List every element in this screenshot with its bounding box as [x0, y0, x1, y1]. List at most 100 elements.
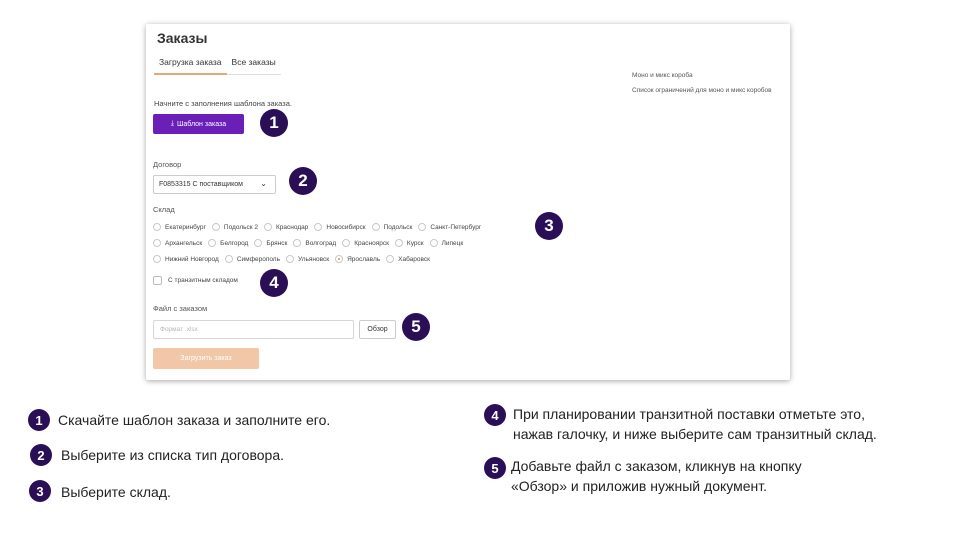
- radio-dot[interactable]: [314, 223, 323, 231]
- transit-checkbox[interactable]: [153, 276, 162, 285]
- warehouse-option[interactable]: Нижний Новгород: [153, 255, 219, 263]
- warehouse-option-label: Хабаровск: [398, 255, 430, 263]
- transit-row[interactable]: С транзитным складом: [153, 276, 238, 285]
- warehouse-option[interactable]: Курск: [394, 239, 424, 247]
- note-5-line-2: «Обзор» и приложив нужный документ.: [511, 478, 767, 494]
- radio-dot[interactable]: [254, 239, 263, 247]
- radio-dot[interactable]: [286, 255, 294, 263]
- radio-dot-selected[interactable]: [335, 255, 344, 263]
- transit-label: С транзитным складом: [168, 277, 238, 284]
- radio-dot[interactable]: [264, 223, 273, 231]
- warehouse-option-label: Ульяновск: [298, 255, 330, 263]
- warehouse-option[interactable]: Санкт-Петербург: [418, 223, 481, 231]
- warehouse-option-label: Ярославль: [347, 255, 381, 263]
- file-label: Файл с заказом: [153, 304, 208, 313]
- chevron-down-icon: ⌄: [260, 179, 267, 188]
- warehouse-option-label: Липецк: [441, 239, 464, 247]
- callout-badge-4: 4: [260, 269, 288, 297]
- warehouse-option[interactable]: Хабаровск: [386, 255, 430, 263]
- warehouse-option-label: Подольск: [383, 223, 413, 231]
- radio-dot[interactable]: [371, 223, 380, 231]
- note-badge-4: 4: [484, 404, 506, 426]
- warehouse-option-label: Курск: [406, 239, 424, 247]
- contract-value: F0853315 С поставщиком: [159, 181, 243, 188]
- file-input[interactable]: Формат .xlsx: [153, 320, 354, 339]
- note-1: Скачайте шаблон заказа и заполните его.: [58, 412, 331, 428]
- browse-button[interactable]: Обзор: [359, 320, 396, 339]
- note-badge-1: 1: [28, 409, 50, 431]
- warehouse-row-2: Архангельск Белгород Брянск Волгоград Кр…: [153, 239, 469, 247]
- side-links: Моно и микс короба Список ограничений дл…: [632, 68, 772, 98]
- radio-dot[interactable]: [153, 239, 161, 247]
- warehouse-option-label: Волгоград: [305, 239, 337, 247]
- warehouse-option[interactable]: Краснодар: [264, 223, 308, 231]
- radio-dot[interactable]: [418, 223, 427, 231]
- note-5-line-1: Добавьте файл с заказом, кликнув на кноп…: [511, 458, 802, 474]
- radio-dot[interactable]: [153, 255, 161, 263]
- orders-panel: Заказы Загрузка заказа Все заказы Моно и…: [146, 24, 790, 380]
- contract-label: Договор: [153, 160, 182, 169]
- warehouse-option[interactable]: Ульяновск: [286, 255, 329, 263]
- warehouse-option-label: Симферополь: [236, 255, 280, 263]
- file-placeholder: Формат .xlsx: [160, 326, 198, 333]
- warehouse-option[interactable]: Архангельск: [153, 239, 202, 247]
- radio-dot[interactable]: [224, 255, 233, 263]
- radio-dot[interactable]: [211, 223, 220, 231]
- warehouse-option-label: Санкт-Петербург: [430, 223, 482, 231]
- upload-order-button[interactable]: Загрузить заказ: [153, 348, 259, 369]
- note-badge-3: 3: [29, 480, 51, 502]
- template-download-button[interactable]: ⤓ Шаблон заказа: [153, 114, 244, 134]
- note-3: Выберите склад.: [61, 484, 171, 500]
- radio-dot[interactable]: [386, 255, 395, 263]
- warehouse-option[interactable]: Подольск: [371, 223, 413, 231]
- warehouse-option-label: Брянск: [266, 239, 288, 247]
- warehouse-option-label: Архангельск: [165, 239, 203, 247]
- radio-dot[interactable]: [394, 239, 403, 247]
- callout-badge-3: 3: [535, 212, 563, 240]
- callout-badge-2: 2: [289, 167, 317, 195]
- warehouse-option[interactable]: Подольск 2: [211, 223, 259, 231]
- warehouse-option-label: Краснодар: [276, 223, 309, 231]
- radio-dot[interactable]: [429, 239, 438, 247]
- warehouse-option[interactable]: Симферополь: [224, 255, 280, 263]
- warehouse-row-1: Екатеринбург Подольск 2 Краснодар Новоси…: [153, 223, 487, 231]
- warehouse-option-label: Подольск 2: [223, 223, 259, 231]
- warehouse-option[interactable]: Брянск: [254, 239, 287, 247]
- radio-dot[interactable]: [293, 239, 302, 247]
- note-4-line-2: нажав галочку, и ниже выберите сам транз…: [513, 426, 877, 442]
- radio-dot[interactable]: [342, 239, 351, 247]
- warehouse-option[interactable]: Волгоград: [293, 239, 336, 247]
- warehouse-option[interactable]: Красноярск: [342, 239, 389, 247]
- note-badge-5: 5: [484, 457, 506, 479]
- callout-badge-5: 5: [402, 313, 430, 341]
- template-download-label: Шаблон заказа: [177, 120, 227, 128]
- warehouse-option[interactable]: Екатеринбург: [153, 223, 206, 231]
- warehouse-option-label: Екатеринбург: [165, 223, 206, 231]
- warehouse-option[interactable]: Липецк: [429, 239, 464, 247]
- tabs: Загрузка заказа Все заказы: [154, 57, 281, 75]
- radio-dot[interactable]: [208, 239, 217, 247]
- callout-badge-1: 1: [260, 109, 288, 137]
- link-mono-mix-boxes[interactable]: Моно и микс короба: [632, 68, 772, 83]
- note-5: Добавьте файл с заказом, кликнув на кноп…: [511, 456, 802, 496]
- note-2: Выберите из списка тип договора.: [61, 447, 284, 463]
- warehouse-option[interactable]: Белгород: [208, 239, 248, 247]
- tab-upload-order[interactable]: Загрузка заказа: [154, 57, 227, 75]
- warehouse-option-label: Белгород: [220, 239, 249, 247]
- contract-select[interactable]: F0853315 С поставщиком ⌄: [153, 175, 276, 194]
- note-4: При планировании транзитной поставки отм…: [513, 404, 877, 444]
- radio-dot[interactable]: [153, 223, 161, 231]
- tab-all-orders[interactable]: Все заказы: [226, 57, 281, 75]
- warehouse-option-label: Красноярск: [354, 239, 389, 247]
- note-badge-2: 2: [30, 444, 52, 466]
- warehouse-option[interactable]: Новосибирск: [314, 223, 366, 231]
- warehouse-option-label: Нижний Новгород: [165, 255, 219, 263]
- page-title: Заказы: [157, 30, 208, 46]
- note-4-line-1: При планировании транзитной поставки отм…: [513, 406, 865, 422]
- warehouse-label: Склад: [153, 205, 175, 214]
- warehouse-option-selected[interactable]: Ярославль: [335, 255, 380, 263]
- download-icon: ⤓: [170, 120, 174, 127]
- warehouse-option-label: Новосибирск: [326, 223, 366, 231]
- link-restrictions-list[interactable]: Список ограничений для моно и микс короб…: [632, 83, 772, 98]
- warehouse-row-3: Нижний Новгород Симферополь Ульяновск Яр…: [153, 255, 436, 263]
